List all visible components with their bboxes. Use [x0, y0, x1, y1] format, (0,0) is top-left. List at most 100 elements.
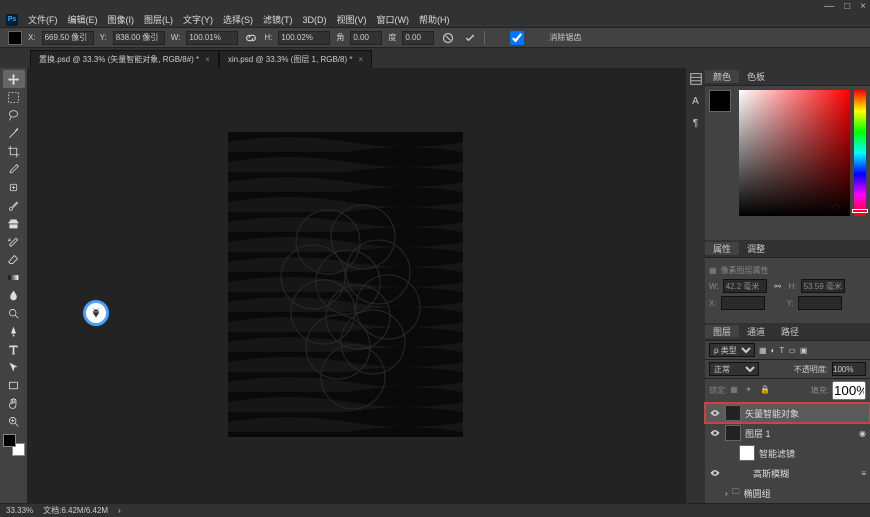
color-tab[interactable]: 颜色	[705, 70, 739, 83]
prop-x-label: X:	[709, 299, 717, 308]
hue-slider[interactable]	[854, 90, 866, 216]
fill-input[interactable]	[832, 381, 866, 400]
clone-stamp-tool[interactable]	[3, 214, 25, 232]
eraser-tool[interactable]	[3, 250, 25, 268]
lock-position-icon[interactable]: ✦	[745, 385, 757, 397]
swatches-tab[interactable]: 色板	[739, 70, 773, 83]
menu-edit[interactable]: 编辑(E)	[68, 13, 98, 26]
blur-tool[interactable]	[3, 286, 25, 304]
filter-shape-icon[interactable]: ▭	[788, 346, 796, 355]
healing-tool[interactable]	[3, 178, 25, 196]
crop-tool[interactable]	[3, 142, 25, 160]
menu-image[interactable]: 图像(I)	[108, 13, 135, 26]
antialias-checkbox[interactable]	[491, 31, 543, 45]
marquee-tool[interactable]	[3, 88, 25, 106]
menu-type[interactable]: 文字(Y)	[183, 13, 213, 26]
opacity-input[interactable]	[832, 362, 866, 376]
move-tool[interactable]	[3, 70, 25, 88]
layers-tab[interactable]: 图层	[705, 325, 739, 338]
rectangle-tool[interactable]	[3, 376, 25, 394]
eyedropper-tool[interactable]	[3, 160, 25, 178]
window-close[interactable]: ×	[860, 1, 866, 12]
color-swatches[interactable]	[3, 434, 25, 456]
layer-row[interactable]: 图层 1 ◉	[705, 423, 870, 443]
history-brush-tool[interactable]	[3, 232, 25, 250]
prop-h-input[interactable]	[801, 279, 845, 293]
magic-wand-tool[interactable]	[3, 124, 25, 142]
type-tool[interactable]	[3, 340, 25, 358]
document-tab-2[interactable]: xin.psd @ 33.3% (图层 1, RGB/8) *×	[219, 50, 372, 68]
layer-row[interactable]: 高斯模糊 ≡	[705, 463, 870, 483]
color-field[interactable]	[739, 90, 850, 216]
paragraph-panel-icon[interactable]: ¶	[689, 116, 703, 130]
visibility-icon[interactable]	[709, 447, 721, 459]
w-input[interactable]	[186, 31, 238, 45]
y-input[interactable]	[113, 31, 165, 45]
filter-smart-icon[interactable]: ▣	[800, 346, 808, 355]
layer-filter-select[interactable]: ρ 类型	[709, 343, 755, 357]
character-panel-icon[interactable]: A	[689, 94, 703, 108]
filter-pixel-icon[interactable]: ▦	[759, 346, 767, 355]
blend-mode-select[interactable]: 正常	[709, 362, 759, 376]
prop-y-input[interactable]	[798, 296, 842, 310]
lasso-tool[interactable]	[3, 106, 25, 124]
history-panel-icon[interactable]	[689, 72, 703, 86]
menu-view[interactable]: 视图(V)	[337, 13, 367, 26]
menu-select[interactable]: 选择(S)	[223, 13, 253, 26]
pen-tool[interactable]	[3, 322, 25, 340]
skew-input[interactable]	[402, 31, 434, 45]
adjustments-tab[interactable]: 调整	[739, 242, 773, 255]
canvas-area[interactable]	[28, 68, 685, 503]
statusbar-arrow-icon[interactable]: ›	[118, 506, 121, 515]
menu-window[interactable]: 窗口(W)	[377, 13, 410, 26]
foreground-swatch[interactable]	[3, 434, 16, 447]
lock-all-icon[interactable]: 🔒	[760, 385, 772, 397]
menu-3d[interactable]: 3D(D)	[303, 15, 327, 25]
close-icon[interactable]: ×	[205, 55, 210, 64]
paths-tab[interactable]: 路径	[773, 325, 807, 338]
menu-layer[interactable]: 图层(L)	[144, 13, 173, 26]
commit-transform-icon[interactable]	[462, 30, 478, 46]
expand-arrow-icon[interactable]: ›	[725, 489, 728, 498]
prop-x-input[interactable]	[721, 296, 765, 310]
layer-thumb	[725, 405, 741, 421]
visibility-icon[interactable]	[709, 427, 721, 439]
filter-type-icon[interactable]: T	[779, 346, 784, 355]
angle-input[interactable]	[350, 31, 382, 45]
close-icon[interactable]: ×	[358, 55, 363, 64]
transform-reference-icon[interactable]	[8, 31, 22, 45]
doc-size[interactable]: 文档:6.42M/6.42M	[43, 505, 108, 516]
menu-filter[interactable]: 滤镜(T)	[263, 13, 293, 26]
layer-row[interactable]: › 🗀 椭圆组	[705, 483, 870, 503]
window-maximize[interactable]: □	[844, 1, 850, 12]
document-tab-1[interactable]: 置换.psd @ 33.3% (矢量智能对象, RGB/8#) *×	[30, 50, 219, 68]
gradient-tool[interactable]	[3, 268, 25, 286]
filter-settings-icon[interactable]: ≡	[861, 469, 866, 478]
properties-tab[interactable]: 属性	[705, 242, 739, 255]
menu-file[interactable]: 文件(F)	[28, 13, 58, 26]
menu-help[interactable]: 帮助(H)	[419, 13, 450, 26]
color-preview-swatch[interactable]	[709, 90, 731, 112]
h-input[interactable]	[278, 31, 330, 45]
hand-tool[interactable]	[3, 394, 25, 412]
window-minimize[interactable]: —	[824, 1, 834, 12]
visibility-icon[interactable]	[709, 467, 721, 479]
brush-tool[interactable]	[3, 196, 25, 214]
visibility-icon[interactable]	[709, 487, 721, 499]
cancel-transform-icon[interactable]	[440, 30, 456, 46]
path-selection-tool[interactable]	[3, 358, 25, 376]
prop-w-input[interactable]	[723, 279, 767, 293]
visibility-icon[interactable]	[709, 407, 721, 419]
prop-h-label: H:	[789, 282, 797, 291]
filter-adjust-icon[interactable]: ◐	[771, 346, 776, 355]
zoom-level[interactable]: 33.33%	[6, 506, 33, 515]
link-icon[interactable]: ⚯	[771, 280, 785, 292]
lock-pixels-icon[interactable]: ▦	[730, 385, 742, 397]
layer-row[interactable]: 矢量智能对象	[705, 403, 870, 423]
link-wh-icon[interactable]	[244, 32, 258, 44]
layer-row[interactable]: 智能滤镜	[705, 443, 870, 463]
dodge-tool[interactable]	[3, 304, 25, 322]
channels-tab[interactable]: 通道	[739, 325, 773, 338]
zoom-tool[interactable]	[3, 412, 25, 430]
x-input[interactable]	[42, 31, 94, 45]
